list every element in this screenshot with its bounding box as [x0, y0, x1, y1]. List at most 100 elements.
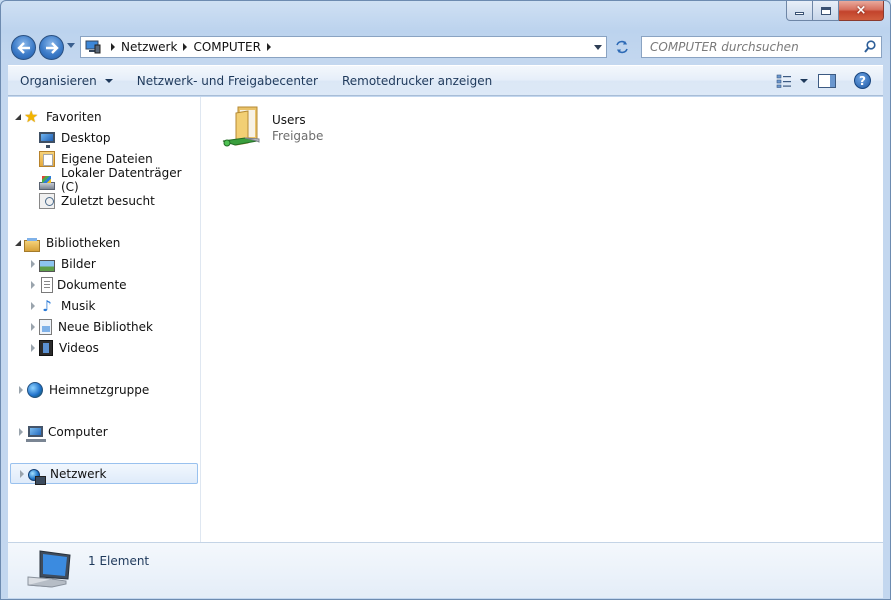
- libraries-icon: [24, 237, 40, 252]
- expand-arrow-icon[interactable]: [15, 385, 27, 394]
- local-disk-icon: [39, 175, 55, 190]
- nav-label: Dokumente: [57, 277, 127, 292]
- file-list[interactable]: Users Freigabe: [202, 97, 883, 542]
- refresh-icon: [615, 40, 628, 54]
- expand-arrow-icon[interactable]: [27, 343, 39, 352]
- breadcrumb-chevron[interactable]: [266, 43, 271, 51]
- expand-arrow-icon[interactable]: [16, 469, 28, 478]
- expand-arrow-icon[interactable]: [27, 280, 39, 289]
- documents-icon: [41, 276, 53, 293]
- breadcrumb-chevron[interactable]: [183, 43, 188, 51]
- file-item-users[interactable]: Users Freigabe: [219, 105, 369, 155]
- nav-local-disk[interactable]: Lokaler Datenträger (C): [8, 166, 200, 194]
- expand-arrow-icon[interactable]: [15, 427, 27, 436]
- forward-button[interactable]: [39, 35, 64, 60]
- nav-pictures[interactable]: Bilder: [8, 253, 200, 274]
- explorer-window: × Netzwerk COMPUTER COMPUTER durchsuchen: [0, 0, 891, 600]
- nav-label: Favoriten: [46, 109, 102, 124]
- chevron-down-icon: [104, 78, 113, 83]
- nav-libraries[interactable]: Bibliotheken: [8, 232, 200, 253]
- breadcrumb-netzwerk[interactable]: Netzwerk: [121, 40, 177, 54]
- nav-homegroup[interactable]: Heimnetzgruppe: [8, 379, 200, 400]
- nav-label: Heimnetzgruppe: [49, 382, 150, 397]
- nav-new-library[interactable]: Neue Bibliothek: [8, 316, 200, 337]
- recent-pages-dropdown[interactable]: [67, 43, 75, 48]
- nav-label: Netzwerk: [50, 466, 107, 481]
- computer-icon: [26, 426, 46, 442]
- forward-arrow-icon: [45, 41, 59, 54]
- back-arrow-icon: [16, 41, 30, 54]
- nav-label: Eigene Dateien: [61, 151, 153, 166]
- preview-pane-button[interactable]: [818, 73, 836, 88]
- expand-arrow-icon[interactable]: [27, 259, 39, 268]
- details-pane: 1 Element: [8, 542, 883, 598]
- network-icon: [28, 468, 46, 485]
- nav-label: Desktop: [61, 130, 111, 145]
- remote-printers-label: Remotedrucker anzeigen: [341, 73, 493, 88]
- file-subtitle: Freigabe: [272, 129, 324, 143]
- videos-icon: [39, 339, 53, 356]
- view-options-icon: [776, 74, 791, 88]
- navigation-row: Netzwerk COMPUTER COMPUTER durchsuchen: [9, 33, 882, 61]
- minimize-icon: [795, 12, 804, 15]
- expand-arrow-icon[interactable]: [27, 322, 39, 331]
- network-location-icon: [85, 40, 101, 54]
- organize-menu[interactable]: Organisieren: [8, 66, 125, 95]
- nav-label: Zuletzt besucht: [61, 193, 155, 208]
- search-icon[interactable]: [864, 40, 876, 54]
- item-count: 1 Element: [88, 554, 150, 568]
- shared-folder-icon: [222, 106, 260, 147]
- search-input[interactable]: COMPUTER durchsuchen: [641, 36, 882, 58]
- expand-arrow-icon[interactable]: [12, 239, 24, 246]
- expand-arrow-icon[interactable]: [27, 301, 39, 310]
- search-placeholder: COMPUTER durchsuchen: [650, 40, 799, 54]
- remote-printers-button[interactable]: Remotedrucker anzeigen: [330, 66, 504, 95]
- music-icon: ♪: [42, 296, 52, 315]
- organize-label: Organisieren: [20, 73, 97, 88]
- pictures-icon: [39, 259, 55, 272]
- homegroup-icon: [27, 381, 43, 398]
- breadcrumb-computer[interactable]: COMPUTER: [193, 40, 260, 54]
- command-bar-right: ?: [776, 66, 883, 95]
- file-name: Users: [272, 113, 306, 127]
- help-icon: ?: [859, 73, 866, 88]
- user-folder-icon: [39, 150, 55, 167]
- nav-label: Computer: [48, 424, 108, 439]
- maximize-icon: [820, 6, 831, 15]
- navigation-pane[interactable]: ★ Favoriten Desktop Eigene Dateien Lokal…: [8, 97, 201, 542]
- back-button[interactable]: [11, 35, 36, 60]
- nav-computer[interactable]: Computer: [8, 421, 200, 442]
- recent-places-icon: [39, 192, 55, 209]
- address-bar[interactable]: Netzwerk COMPUTER: [80, 36, 607, 58]
- desktop-icon: [39, 132, 55, 148]
- nav-label: Videos: [59, 340, 99, 355]
- nav-documents[interactable]: Dokumente: [8, 274, 200, 295]
- network-center-button[interactable]: Netzwerk- und Freigabecenter: [125, 66, 330, 95]
- nav-music[interactable]: ♪ Musik: [8, 295, 200, 316]
- network-center-label: Netzwerk- und Freigabecenter: [136, 73, 318, 88]
- change-view-button[interactable]: [776, 74, 808, 88]
- nav-favorites[interactable]: ★ Favoriten: [8, 106, 200, 127]
- breadcrumb-chevron[interactable]: [111, 43, 115, 51]
- refresh-button[interactable]: [609, 36, 634, 58]
- caption-buttons: ×: [786, 1, 884, 22]
- nav-label: Bilder: [61, 256, 96, 271]
- nav-network[interactable]: Netzwerk: [10, 463, 198, 485]
- nav-label: Musik: [61, 298, 96, 313]
- maximize-button[interactable]: [813, 1, 839, 21]
- address-dropdown-button[interactable]: [589, 37, 606, 57]
- star-icon: ★: [24, 106, 39, 126]
- nav-recent[interactable]: Zuletzt besucht: [8, 190, 200, 211]
- expand-arrow-icon[interactable]: [12, 113, 24, 120]
- nav-label: Neue Bibliothek: [58, 319, 153, 334]
- nav-desktop[interactable]: Desktop: [8, 127, 200, 148]
- close-button[interactable]: ×: [839, 1, 884, 21]
- help-button[interactable]: ?: [854, 72, 871, 89]
- minimize-button[interactable]: [786, 1, 813, 21]
- computer-icon: [27, 550, 71, 588]
- command-bar: Organisieren Netzwerk- und Freigabecente…: [8, 65, 883, 96]
- chevron-down-icon[interactable]: [800, 78, 808, 83]
- nav-label: Bibliotheken: [46, 235, 121, 250]
- nav-videos[interactable]: Videos: [8, 337, 200, 358]
- close-icon: ×: [855, 3, 867, 18]
